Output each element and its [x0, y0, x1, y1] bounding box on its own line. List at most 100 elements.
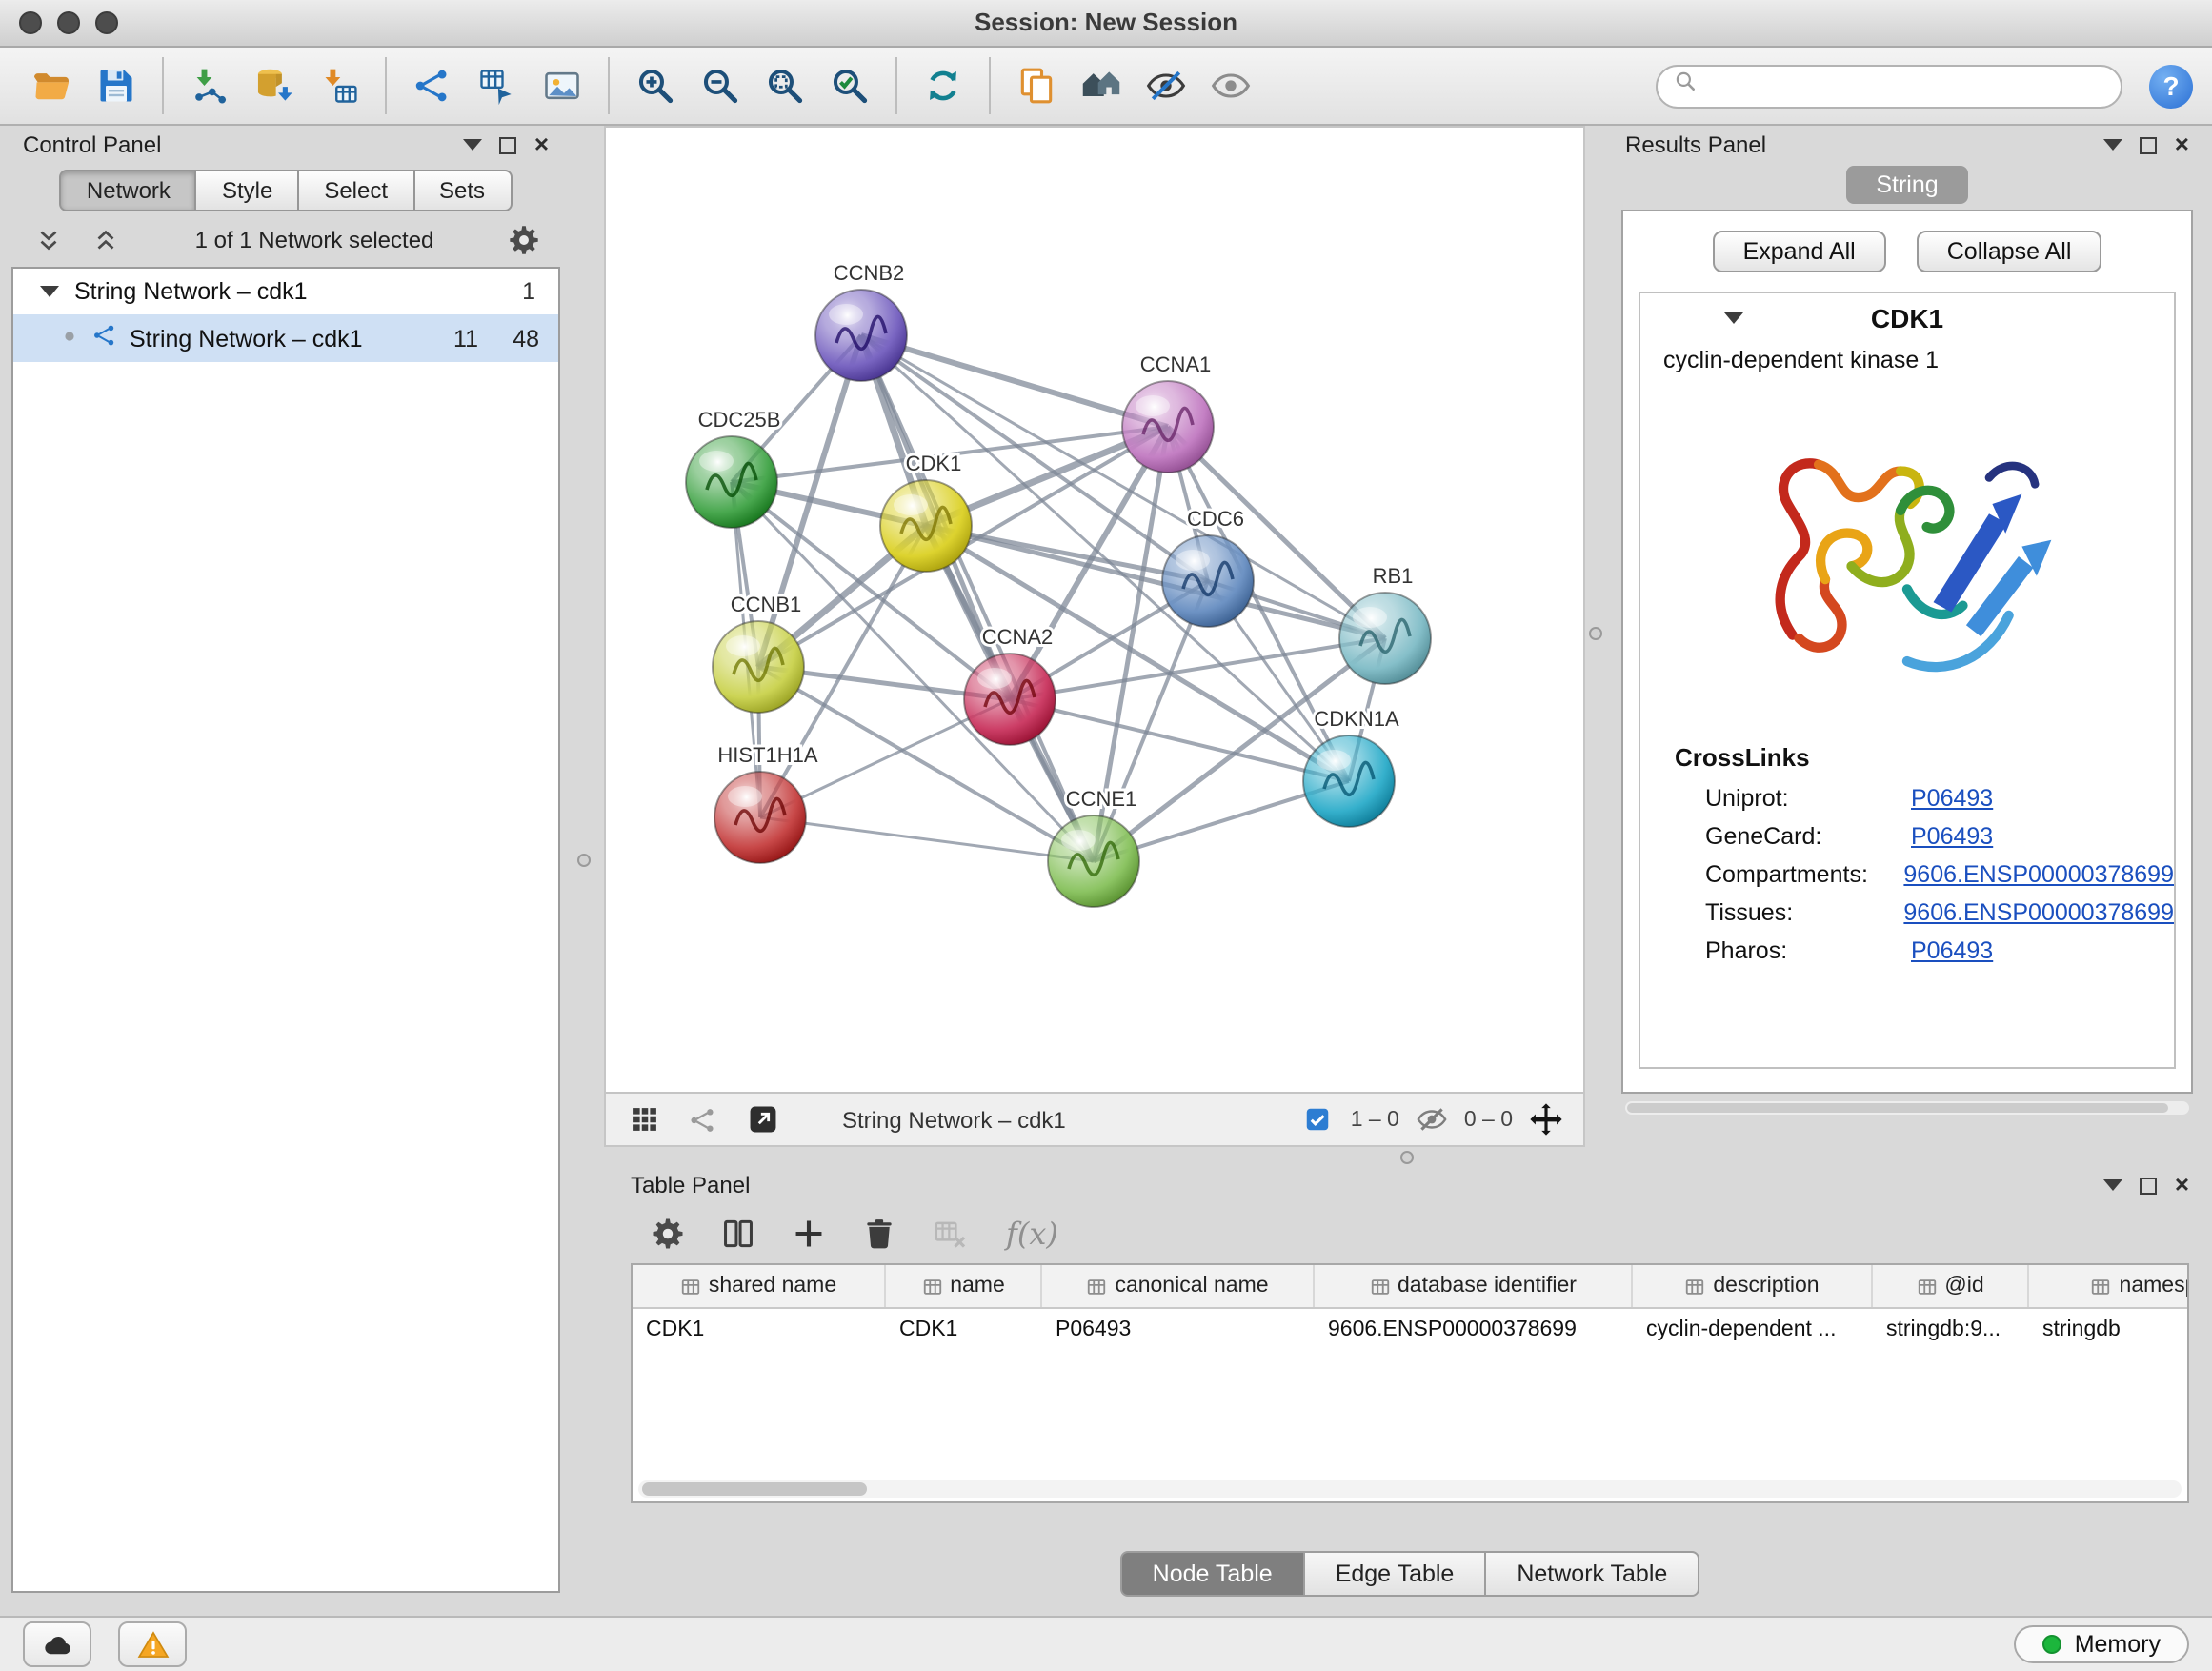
link-view-icon[interactable] [682, 1098, 724, 1140]
network-node-CCNB2[interactable]: CCNB2 [815, 261, 907, 381]
column-header-database-identifier[interactable]: database identifier [1315, 1265, 1633, 1307]
crosslink-value-link[interactable]: 9606.ENSP00000378699 [1903, 894, 2174, 932]
tab-network-table[interactable]: Network Table [1484, 1551, 1699, 1597]
import-network-from-file-button[interactable] [185, 61, 234, 111]
column-header-shared-name[interactable]: shared name [633, 1265, 886, 1307]
tab-network[interactable]: Network [60, 170, 197, 211]
float-panel-icon[interactable] [2141, 1177, 2158, 1194]
grid-view-icon[interactable] [623, 1098, 665, 1140]
tab-string[interactable]: String [1845, 166, 1968, 204]
search-input[interactable] [1709, 70, 2105, 101]
new-network-button[interactable] [408, 61, 457, 111]
bottom-splitter-handle[interactable] [1400, 1151, 1414, 1164]
import-network-from-database-button[interactable] [250, 61, 299, 111]
network-node-CCNA2[interactable]: CCNA2 [964, 625, 1056, 745]
home-view-icon [1080, 65, 1122, 107]
memory-button[interactable]: Memory [2014, 1625, 2189, 1663]
network-node-CDKN1A[interactable]: CDKN1A [1303, 707, 1399, 827]
show-hide-button[interactable] [1206, 61, 1256, 111]
network-edge[interactable] [760, 817, 1094, 861]
network-node-CCNA1[interactable]: CCNA1 [1122, 352, 1214, 473]
network-edge[interactable] [1010, 699, 1349, 781]
save-session-button[interactable] [91, 61, 141, 111]
export-image-button[interactable] [537, 61, 587, 111]
table-horizontal-scrollbar[interactable] [638, 1480, 2182, 1498]
clear-table-button[interactable] [928, 1212, 970, 1254]
toggle-graphics-details-button[interactable] [1141, 61, 1191, 111]
close-panel-icon[interactable]: × [2175, 135, 2189, 154]
close-panel-icon[interactable]: × [2175, 1176, 2189, 1195]
column-header-canonical-name[interactable]: canonical name [1042, 1265, 1315, 1307]
network-node-CDC6[interactable]: CDC6 [1162, 507, 1254, 627]
open-in-window-icon[interactable] [741, 1098, 783, 1140]
collapse-collection-icon[interactable] [40, 286, 59, 297]
column-header-namespace[interactable]: namespace [2029, 1265, 2189, 1307]
help-button[interactable]: ? [2149, 64, 2193, 108]
home-view-button[interactable] [1076, 61, 1126, 111]
gene-section-header[interactable]: CDK1 [1640, 293, 2174, 343]
column-header-name[interactable]: name [886, 1265, 1042, 1307]
panel-menu-icon[interactable] [2104, 1179, 2123, 1191]
selected-items-checkbox-icon[interactable] [1297, 1098, 1339, 1140]
network-view[interactable]: CCNB2 CCNA1 CDC25B CDK1 CDC6 RB1 CCNB1 CCNA2 CDK… [604, 126, 1585, 1147]
crosslink-value-link[interactable]: P06493 [1911, 817, 1993, 856]
network-options-gear-button[interactable] [503, 219, 545, 261]
network-node-CDK1[interactable]: CDK1 [880, 452, 972, 572]
apply-layout-button[interactable] [918, 61, 968, 111]
float-panel-icon[interactable] [2141, 136, 2158, 153]
network-node-RB1[interactable]: RB1 [1339, 564, 1431, 684]
expand-all-button[interactable]: Expand All [1713, 231, 1886, 272]
panel-menu-icon[interactable] [2104, 139, 2123, 151]
right-splitter-handle[interactable] [1589, 627, 1602, 640]
collapse-tree-button[interactable] [84, 219, 126, 261]
column-header-description[interactable]: description [1633, 1265, 1873, 1307]
settings-button[interactable] [646, 1212, 688, 1254]
warnings-button[interactable] [118, 1621, 187, 1667]
zoom-in-button[interactable] [631, 61, 680, 111]
hidden-items-icon[interactable] [1411, 1098, 1453, 1140]
network-canvas[interactable]: CCNB2 CCNA1 CDC25B CDK1 CDC6 RB1 CCNB1 CCNA2 CDK… [606, 128, 1583, 1092]
open-session-button[interactable] [27, 61, 76, 111]
crosslink-value-link[interactable]: P06493 [1911, 779, 1993, 817]
scrollbar-thumb[interactable] [642, 1482, 867, 1496]
close-panel-icon[interactable]: × [534, 135, 549, 154]
results-horizontal-scrollbar[interactable] [1625, 1101, 2189, 1115]
network-node-HIST1H1A[interactable]: HIST1H1A [714, 743, 818, 863]
create-network-from-table-button[interactable] [473, 61, 522, 111]
crosslink-value-link[interactable]: P06493 [1911, 932, 1993, 970]
add-row-button[interactable] [787, 1212, 829, 1254]
network-node-CCNB1[interactable]: CCNB1 [713, 593, 804, 713]
table-row[interactable]: CDK1CDK1P064939606.ENSP00000378699cyclin… [633, 1309, 2187, 1349]
network-collection-row[interactable]: String Network – cdk1 1 [13, 269, 558, 314]
tab-sets[interactable]: Sets [412, 170, 512, 211]
left-splitter-handle[interactable] [577, 854, 591, 867]
delete-row-button[interactable] [857, 1212, 899, 1254]
tab-edge-table[interactable]: Edge Table [1303, 1551, 1487, 1597]
cloud-status-button[interactable] [23, 1621, 91, 1667]
float-panel-icon[interactable] [500, 136, 517, 153]
import-table-from-file-button[interactable] [314, 61, 364, 111]
show-columns-button[interactable] [716, 1212, 758, 1254]
network-row-selected[interactable]: String Network – cdk1 11 48 [13, 314, 558, 362]
function-builder-button[interactable]: f(x) [1006, 1215, 1058, 1251]
zoom-selected-button[interactable] [825, 61, 875, 111]
copy-icon [1016, 65, 1057, 107]
network-node-CCNE1[interactable]: CCNE1 [1048, 787, 1139, 907]
crosslink-value-link[interactable]: 9606.ENSP00000378699 [1903, 856, 2174, 894]
expand-tree-button[interactable] [27, 219, 69, 261]
tab-select[interactable]: Select [297, 170, 414, 211]
zoom-out-button[interactable] [695, 61, 745, 111]
column-header--id[interactable]: @id [1873, 1265, 2029, 1307]
search-box[interactable] [1656, 64, 2122, 108]
tab-node-table[interactable]: Node Table [1120, 1551, 1305, 1597]
network-edge[interactable] [861, 335, 1168, 427]
tab-style[interactable]: Style [195, 170, 299, 211]
collapse-all-button[interactable]: Collapse All [1917, 231, 2102, 272]
move-tool-icon[interactable] [1524, 1098, 1566, 1140]
zoom-fit-button[interactable] [760, 61, 810, 111]
panel-menu-icon[interactable] [464, 139, 483, 151]
network-edge[interactable] [861, 335, 1094, 861]
collapse-gene-icon[interactable] [1724, 312, 1743, 324]
network-node-CDC25B[interactable]: CDC25B [686, 408, 780, 528]
copy-button[interactable] [1012, 61, 1061, 111]
